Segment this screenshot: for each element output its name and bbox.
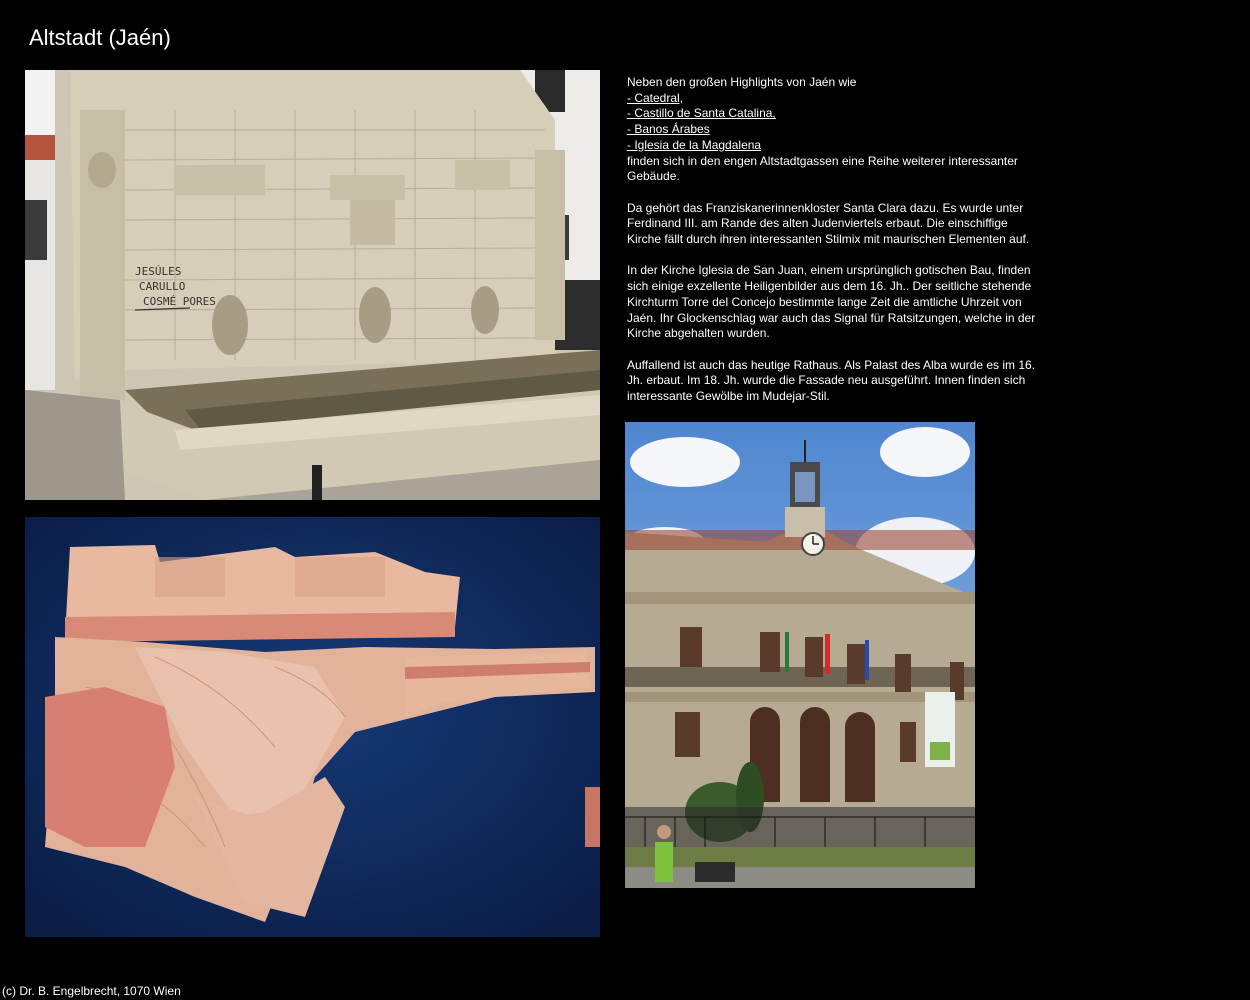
page-title: Altstadt (Jaén) <box>29 25 171 50</box>
intro-text: Neben den großen Highlights von Jaén wie <box>627 75 857 89</box>
plaster-fragment-photo <box>25 517 600 937</box>
copyright-footer: (c) Dr. B. Engelbrecht, 1070 Wien <box>2 984 181 998</box>
link-catedral[interactable]: - Catedral, <box>627 91 1042 107</box>
highlight-links: - Catedral, - Castillo de Santa Catalina… <box>627 91 1042 154</box>
link-castillo[interactable]: - Castillo de Santa Catalina, <box>627 106 1042 122</box>
intro-after-text: finden sich in den engen Altstadtgassen … <box>627 153 1018 184</box>
paragraph-rathaus: Auffallend ist auch das heutige Rathaus.… <box>627 357 1036 404</box>
link-banos-arabes[interactable]: - Banos Árabes <box>627 122 1042 138</box>
svg-text:COSMÉ PORES: COSMÉ PORES <box>143 295 216 308</box>
town-hall-photo <box>625 422 975 888</box>
paragraph-santa-clara: Da gehört das Franziskanerinnenkloster S… <box>627 200 1030 247</box>
svg-text:JESÚLES: JESÚLES <box>135 265 181 278</box>
link-iglesia-magdalena[interactable]: - Iglesia de la Magdalena <box>627 138 1042 154</box>
paragraph-san-juan: In der Kirche Iglesia de San Juan, einem… <box>627 263 1036 341</box>
fountain-photo: JESÚLES CARULLO COSMÉ PORES <box>25 70 600 500</box>
svg-text:CARULLO: CARULLO <box>139 280 185 293</box>
description-text: Neben den großen Highlights von Jaén wie… <box>627 75 1042 420</box>
